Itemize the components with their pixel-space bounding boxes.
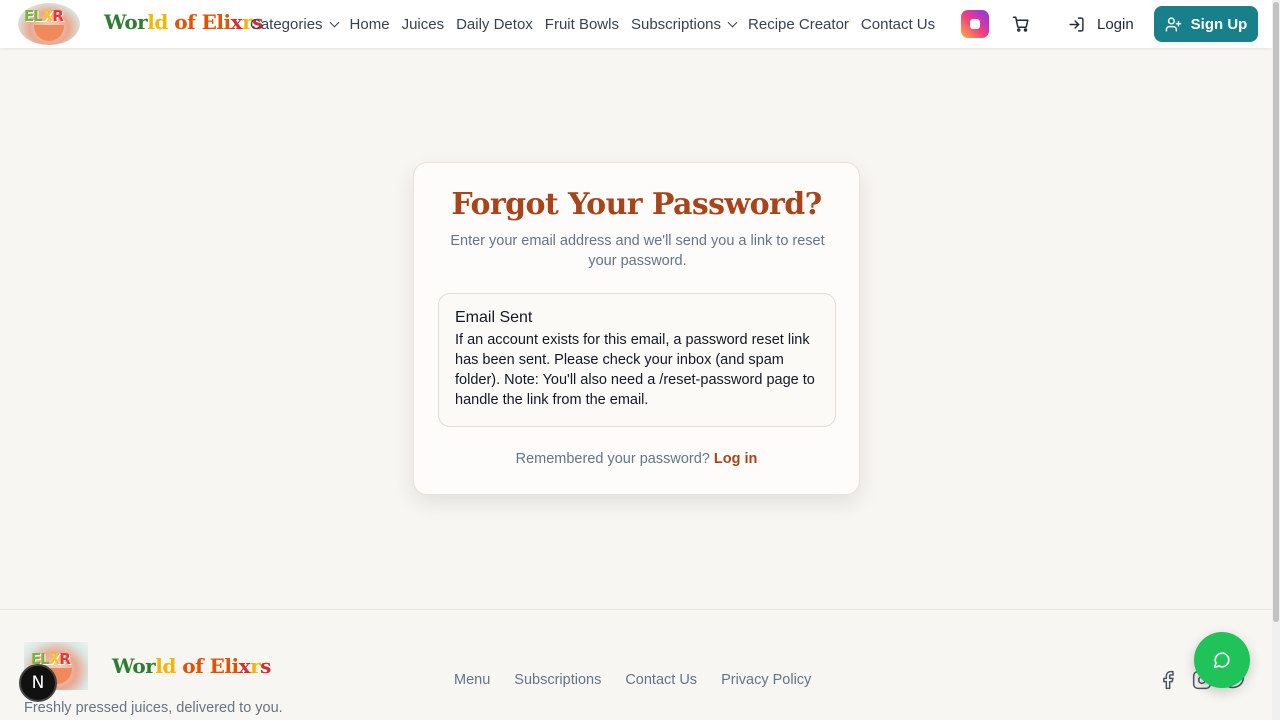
site-header: ELXR World of Elixrs Categories Home Jui… [0,0,1272,48]
log-in-link[interactable]: Log in [714,451,758,467]
login-button[interactable]: Login [1068,0,1134,48]
footer-tagline: Freshly pressed juices, delivered to you… [24,700,283,716]
footer-link-menu[interactable]: Menu [454,672,490,688]
facebook-icon[interactable] [1158,670,1178,690]
footer-links: Menu Subscriptions Contact Us Privacy Po… [454,672,835,688]
login-icon [1069,16,1084,32]
nav-home[interactable]: Home [350,16,390,33]
footer-link-subscriptions[interactable]: Subscriptions [514,672,601,688]
main-nav: Categories Home Juices Daily Detox Fruit… [250,0,947,48]
nav-recipe-creator[interactable]: Recipe Creator [748,16,849,33]
chevron-down-icon [329,17,339,27]
nav-fruit-bowls[interactable]: Fruit Bowls [545,16,619,33]
chat-button[interactable] [1194,632,1250,688]
nav-juices[interactable]: Juices [402,16,445,33]
nav-contact-us[interactable]: Contact Us [861,16,935,33]
footer-link-contact-us[interactable]: Contact Us [625,672,697,688]
sign-up-button[interactable]: Sign Up [1154,6,1258,42]
forgot-password-card: Forgot Your Password? Enter your email a… [413,162,860,495]
cart-icon[interactable] [1012,15,1030,33]
user-plus-icon [1165,16,1181,32]
alert-body: If an account exists for this email, a p… [455,332,815,408]
login-prompt: Remembered your password? Log in [515,451,758,467]
page-title: Forgot Your Password? [451,187,822,222]
alert-title: Email Sent [455,309,533,326]
nav-categories[interactable]: Categories [250,16,339,33]
instagram-icon[interactable] [961,10,989,38]
email-sent-alert: Email Sent If an account exists for this… [438,293,836,427]
chevron-down-icon [727,17,738,27]
logo-image[interactable]: ELXR [18,3,80,45]
brand-name[interactable]: World of Elixrs [104,10,263,34]
site-footer: ELXR World of Elixrs Freshly pressed jui… [0,609,1272,720]
page-scrollbar[interactable] [1272,0,1280,720]
card-subtitle: Enter your email address and we'll send … [450,233,825,269]
chat-icon [1213,652,1230,669]
footer-brand-name[interactable]: World of Elixrs [112,654,271,678]
nav-subscriptions[interactable]: Subscriptions [631,16,738,33]
nextjs-dev-badge[interactable]: N [19,664,57,702]
scrollbar-thumb[interactable] [1273,2,1279,622]
footer-link-privacy-policy[interactable]: Privacy Policy [721,672,811,688]
nav-daily-detox[interactable]: Daily Detox [456,16,533,33]
